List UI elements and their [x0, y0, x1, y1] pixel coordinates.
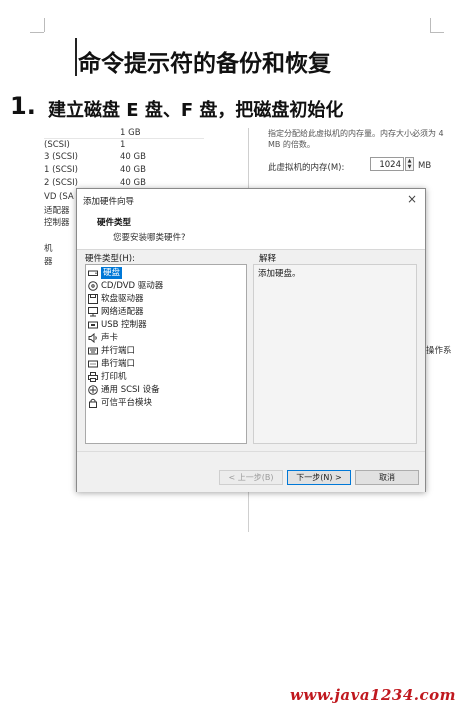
list-item-label: 串行端口 — [101, 359, 136, 369]
list-item[interactable]: CD/DVD 驱动器 — [88, 280, 163, 292]
list-item[interactable]: 并行端口 — [88, 345, 135, 357]
memory-unit: MB — [418, 161, 432, 171]
list-item[interactable]: 软盘驱动器 — [88, 293, 144, 305]
device-summary: 40 GB — [120, 165, 146, 175]
device-name[interactable]: 控制器 — [44, 216, 70, 228]
add-hardware-dialog: 添加硬件向导 × 硬件类型 您要安装哪类硬件? 硬件类型(H): 解释 硬盘 C… — [76, 188, 426, 492]
list-item-label: 硬盘 — [101, 267, 123, 279]
corner-mark — [30, 32, 44, 33]
section-heading: 建立磁盘 E 盘、F 盘，把磁盘初始化 — [48, 100, 344, 121]
memory-input[interactable]: 1024 — [370, 157, 404, 171]
device-summary: 1 GB — [120, 128, 141, 138]
device-name[interactable]: 1 (SCSI) — [44, 165, 78, 175]
tpm-icon — [88, 398, 98, 408]
os-label-fragment: 操作系 — [426, 346, 452, 356]
list-item[interactable]: 通用 SCSI 设备 — [88, 384, 160, 396]
hardware-type-label: 硬件类型(H): — [85, 254, 135, 264]
back-button[interactable]: < 上一步(B) — [219, 470, 283, 485]
list-item[interactable]: 网络适配器 — [88, 306, 144, 318]
serial-port-icon — [88, 359, 98, 369]
memory-spinner[interactable]: ▲ ▼ — [405, 157, 414, 171]
hard-disk-icon — [88, 268, 98, 278]
device-name[interactable]: 3 (SCSI) — [44, 152, 78, 162]
usb-icon — [88, 320, 98, 330]
wizard-step-title: 硬件类型 — [97, 218, 132, 228]
list-item[interactable]: 硬盘 — [88, 267, 123, 279]
list-item-label: 通用 SCSI 设备 — [101, 385, 160, 395]
corner-mark — [44, 18, 45, 32]
hardware-type-list[interactable]: 硬盘 CD/DVD 驱动器 软盘驱动器 网络适配器 USB 控制器 声卡 并行端… — [85, 264, 247, 444]
device-summary: 40 GB — [120, 178, 146, 188]
device-name[interactable]: (SCSI) — [44, 140, 70, 150]
list-item[interactable]: 串行端口 — [88, 358, 135, 370]
corner-mark — [430, 18, 431, 32]
list-item-label: 打印机 — [101, 372, 127, 382]
wizard-header: 硬件类型 您要安装哪类硬件? — [77, 209, 425, 250]
list-item-label: 声卡 — [101, 333, 119, 343]
memory-label: 此虚拟机的内存(M): — [268, 163, 345, 173]
cd-dvd-icon — [88, 281, 98, 291]
network-adapter-icon — [88, 307, 98, 317]
device-name[interactable]: 机 — [44, 242, 53, 254]
wizard-step-subtitle: 您要安装哪类硬件? — [113, 233, 186, 243]
list-item-label: CD/DVD 驱动器 — [101, 281, 164, 291]
device-summary: 1 — [120, 140, 126, 150]
device-name[interactable]: 器 — [44, 255, 53, 267]
document-title: 命令提示符的备份和恢复 — [78, 51, 331, 77]
explain-label: 解释 — [259, 254, 277, 264]
wizard-footer: < 上一步(B) 下一步(N) > 取消 — [77, 451, 425, 492]
list-item-label: 网络适配器 — [101, 307, 144, 317]
list-item-label: 并行端口 — [101, 346, 136, 356]
text-cursor — [75, 38, 77, 76]
explain-text: 添加硬盘。 — [258, 269, 301, 279]
list-item[interactable]: USB 控制器 — [88, 319, 147, 331]
parallel-port-icon — [88, 346, 98, 356]
list-item[interactable]: 声卡 — [88, 332, 118, 344]
speaker-icon — [88, 333, 98, 343]
printer-icon — [88, 372, 98, 382]
device-name[interactable]: 2 (SCSI) — [44, 178, 78, 188]
list-item[interactable]: 打印机 — [88, 371, 127, 383]
memory-hint: 指定分配给此虚拟机的内存量。内存大小必须为 4 MB 的倍数。 — [268, 129, 444, 149]
watermark: www.java1234.com — [290, 686, 457, 704]
wizard-body: 硬件类型(H): 解释 硬盘 CD/DVD 驱动器 软盘驱动器 网络适配器 US… — [77, 250, 425, 451]
list-item-label: 软盘驱动器 — [101, 294, 144, 304]
close-icon[interactable]: × — [407, 192, 417, 206]
cancel-button[interactable]: 取消 — [355, 470, 419, 485]
list-item-label: 可信平台模块 — [101, 398, 153, 408]
device-summary: 40 GB — [120, 152, 146, 162]
list-item-label: USB 控制器 — [101, 320, 147, 330]
floppy-icon — [88, 294, 98, 304]
list-item[interactable]: 可信平台模块 — [88, 397, 152, 409]
explain-panel: 添加硬盘。 — [253, 264, 417, 444]
device-name[interactable]: VD (SA — [44, 192, 74, 202]
device-name[interactable]: 适配器 — [44, 204, 70, 216]
section-number: 1. — [10, 92, 36, 120]
dialog-title: 添加硬件向导 — [83, 197, 135, 207]
corner-mark — [430, 32, 444, 33]
scsi-icon — [88, 385, 98, 395]
next-button[interactable]: 下一步(N) > — [287, 470, 351, 485]
